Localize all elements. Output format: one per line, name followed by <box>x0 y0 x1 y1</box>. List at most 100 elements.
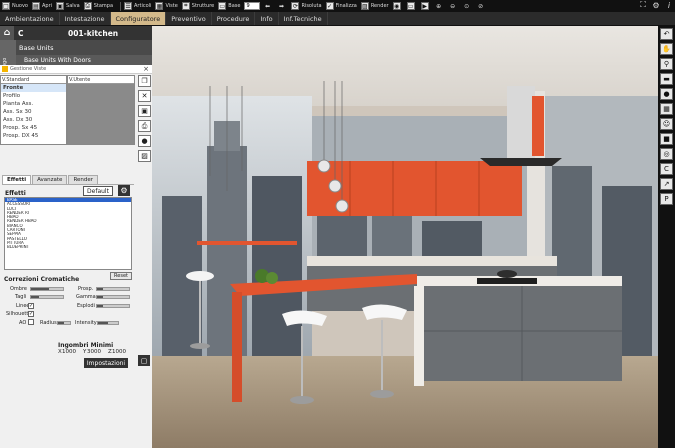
home-icon[interactable]: ⌂ <box>0 26 14 40</box>
save-button[interactable]: ▣ Salva <box>56 2 80 10</box>
close-icon[interactable]: × <box>143 65 149 73</box>
p-button[interactable]: P <box>660 193 673 205</box>
view-item[interactable]: Pianta Ass. <box>1 100 66 108</box>
p-icon: P <box>664 195 669 203</box>
view-item[interactable]: Ass. Sx 30 <box>1 108 66 116</box>
pan-button[interactable]: ✋ <box>660 43 673 55</box>
camera-button[interactable]: ◉ <box>392 2 403 10</box>
light-view-button[interactable]: ● <box>138 135 151 147</box>
rotate-button[interactable]: ↶ <box>660 28 673 40</box>
undo-button[interactable]: ⬅ <box>263 2 273 10</box>
menu-info[interactable]: Info <box>255 12 279 25</box>
video-button[interactable]: ▶ <box>420 2 431 10</box>
render-viewport[interactable] <box>152 26 658 448</box>
base-input[interactable]: 9 <box>244 2 261 10</box>
top-toolbar: □ Nuovo ▤ Apri ▣ Salva ⎙ Stampa ☰ Articoli ▦ V… <box>0 0 675 12</box>
menu-ambientazione[interactable]: Ambientazione <box>0 12 60 25</box>
pendant-light <box>328 179 342 193</box>
panel-toggle-button[interactable]: ▢ <box>138 355 150 366</box>
finish-button[interactable]: ✓ Finalizza <box>325 2 357 10</box>
app-window: □ Nuovo ▤ Apri ▣ Salva ⎙ Stampa ☰ Articoli ▦ V… <box>0 0 675 448</box>
image-view-button[interactable]: ▨ <box>138 150 151 162</box>
reset-button[interactable]: Reset <box>110 272 132 280</box>
c-button[interactable]: C <box>660 163 673 175</box>
slider-fill <box>31 296 39 298</box>
menu-intestazione[interactable]: Intestazione <box>60 12 111 25</box>
radius-slider[interactable] <box>57 321 71 325</box>
default-button[interactable]: Default <box>83 186 113 196</box>
material-button[interactable]: ▦ <box>660 103 673 115</box>
render-button[interactable]: ▨ Render <box>360 2 389 10</box>
video-button[interactable]: ■ <box>660 133 673 145</box>
dim-x-value[interactable]: 1000 <box>62 349 76 355</box>
zoom-fit-button[interactable]: ⊙ <box>463 2 473 10</box>
export-button[interactable]: ↗ <box>660 178 673 190</box>
fullscreen-icon[interactable]: ⛶ <box>639 0 647 9</box>
capture-button[interactable]: ▭ <box>406 2 417 10</box>
view-item[interactable]: Ass. Dx 30 <box>1 116 66 124</box>
dim-y-value[interactable]: 3000 <box>87 349 101 355</box>
bar-leg <box>232 292 242 402</box>
ruler-icon: ▬ <box>663 75 670 83</box>
open-button[interactable]: ▤ Apri <box>32 2 52 10</box>
walk-button[interactable]: ⚲ <box>660 58 673 70</box>
tab-effetti[interactable]: Effetti <box>2 175 32 184</box>
intensity-slider[interactable] <box>97 321 119 325</box>
slider-fill <box>97 288 104 290</box>
user-views-list[interactable]: V.Utente <box>67 75 135 145</box>
views-button[interactable]: ▦ Viste <box>155 2 178 10</box>
menu-preventivo[interactable]: Preventivo <box>166 12 212 25</box>
view-item[interactable]: Prosp. Sx 45 <box>1 124 66 132</box>
structures-button[interactable]: ⌗ Strutture <box>181 2 214 10</box>
measure-button[interactable]: ▬ <box>660 73 673 85</box>
person-button[interactable]: ☺ <box>660 118 673 130</box>
zoom-in-button[interactable]: ⊕ <box>435 2 445 10</box>
cooktop <box>477 278 537 284</box>
menu-configuratore[interactable]: Configuratore <box>110 12 167 25</box>
effect-item[interactable]: BLUEPRINT <box>5 245 131 249</box>
perspective-slider[interactable] <box>96 287 130 291</box>
save-view-button[interactable]: ▣ <box>138 105 151 117</box>
info-icon[interactable]: i <box>665 1 673 10</box>
tab-avanzate[interactable]: Avanzate <box>32 175 68 184</box>
finish-icon: ✓ <box>325 2 334 10</box>
ao-checkbox[interactable] <box>28 319 34 325</box>
view-item[interactable]: Prosp. DX 45 <box>1 132 66 140</box>
light-button[interactable]: ● <box>660 88 673 100</box>
category-base-units-doors[interactable]: Base Units With Doors <box>16 55 152 65</box>
new-icon: □ <box>2 2 10 10</box>
shadows-slider[interactable] <box>30 287 64 291</box>
view-item[interactable]: Profilo <box>1 92 66 100</box>
delete-view-button[interactable]: ✕ <box>138 90 151 102</box>
print-view-button[interactable]: ⎙ <box>138 120 151 132</box>
silhouette-checkbox[interactable]: ✓ <box>28 311 34 317</box>
print-icon: ⎙ <box>83 2 92 10</box>
articles-button[interactable]: ☰ Articoli <box>124 2 151 10</box>
redo-button[interactable]: ➡ <box>277 2 287 10</box>
lines-checkbox[interactable]: ✓ <box>28 303 34 309</box>
gear-icon[interactable]: ⚙ <box>652 1 660 10</box>
copy-view-button[interactable]: ❐ <box>138 75 151 87</box>
category-base-units[interactable]: Base Units <box>16 40 152 55</box>
refresh-button[interactable]: ⟳ Risoluta <box>291 2 322 10</box>
tab-render[interactable]: Render <box>68 175 99 184</box>
new-button[interactable]: □ Nuovo <box>2 2 28 10</box>
slider-fill <box>31 288 49 290</box>
stool-base <box>290 396 314 404</box>
vr-button[interactable]: ◎ <box>660 148 673 160</box>
back-countertop <box>307 256 557 266</box>
zoom-window-button[interactable]: ⊘ <box>477 2 487 10</box>
cuts-slider[interactable] <box>30 295 64 299</box>
settings-button[interactable]: Impostazioni <box>84 358 128 368</box>
arrow-left-icon: ⬅ <box>264 2 270 10</box>
zoom-out-button[interactable]: ⊖ <box>449 2 459 10</box>
menu-inf-tecniche[interactable]: Inf.Tecniche <box>279 12 328 25</box>
dim-z-value[interactable]: 1000 <box>112 349 126 355</box>
radius-label: Radius <box>40 320 57 326</box>
view-item[interactable]: Fronte <box>1 84 66 92</box>
effects-settings-button[interactable]: ⚙ <box>118 185 130 196</box>
explode-slider[interactable] <box>96 304 130 308</box>
menu-procedure[interactable]: Procedure <box>212 12 256 25</box>
print-button[interactable]: ⎙ Stampa <box>83 2 113 10</box>
gamma-slider[interactable] <box>96 295 130 299</box>
